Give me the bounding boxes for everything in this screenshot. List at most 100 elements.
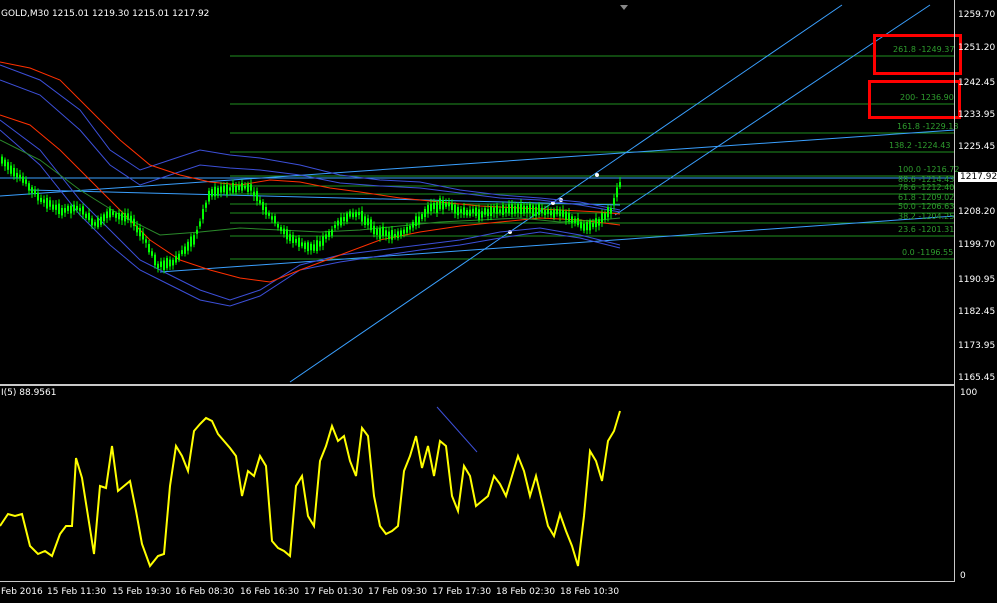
- candle-body: [34, 189, 36, 195]
- candle-body: [7, 162, 9, 170]
- candle-body: [250, 184, 252, 191]
- candle-body: [142, 232, 144, 240]
- candle-body: [151, 251, 153, 256]
- price-chart-pane[interactable]: GOLD,M30 1215.01 1219.30 1215.01 1217.92…: [0, 0, 962, 384]
- candle-body: [493, 207, 495, 213]
- candle-body: [226, 184, 228, 195]
- price-axis-label: 1208.20: [958, 207, 996, 217]
- candle-body: [310, 243, 312, 251]
- fib-level-label: 0.0 -1196.55: [902, 248, 954, 257]
- candle-body: [379, 228, 381, 239]
- candle-body: [334, 224, 336, 228]
- candle-body: [1, 156, 3, 164]
- candle-body: [427, 205, 429, 214]
- candle-body: [85, 213, 87, 219]
- candle-body: [367, 218, 369, 226]
- shift-marker-icon[interactable]: [620, 5, 628, 10]
- candle-body: [586, 222, 588, 231]
- candle-body: [139, 228, 141, 237]
- candle-body: [13, 167, 15, 177]
- candle-body: [337, 220, 339, 226]
- fib-level-label: 50.0 -1206.63: [898, 202, 955, 211]
- candle-body: [526, 206, 528, 213]
- candle-body: [553, 209, 555, 218]
- candle-body: [25, 179, 27, 184]
- candle-body: [349, 211, 351, 217]
- candle-body: [355, 211, 357, 217]
- candle-body: [499, 209, 501, 213]
- time-axis-label: 18 Feb 10:30: [560, 587, 620, 597]
- price-axis-label: 1173.95: [958, 341, 996, 351]
- candle-body: [574, 218, 576, 224]
- candle-body: [559, 209, 561, 217]
- candle-body: [103, 214, 105, 222]
- candle-body: [343, 217, 345, 222]
- candle-body: [397, 231, 399, 239]
- time-axis-label: 15 Feb 19:30: [112, 587, 172, 597]
- candle-body: [388, 231, 390, 240]
- candle-body: [562, 210, 564, 217]
- mt4-chart-window[interactable]: GOLD,M30 1215.01 1219.30 1215.01 1217.92…: [0, 0, 997, 603]
- candle-body: [508, 204, 510, 214]
- candle-body: [223, 185, 225, 193]
- candle-body: [22, 176, 24, 183]
- indicator-pane[interactable]: I(5) 88.9561: [0, 386, 955, 582]
- candle-body: [232, 183, 234, 193]
- candle-body: [52, 204, 54, 210]
- candle-body: [472, 208, 474, 214]
- candle-body: [538, 204, 540, 215]
- candle-body: [253, 191, 255, 197]
- candle-body: [220, 186, 222, 193]
- price-axis-label: 1190.95: [958, 275, 996, 285]
- candle-body: [457, 206, 459, 216]
- candle-body: [214, 186, 216, 197]
- candle-body: [124, 213, 126, 222]
- candle-body: [325, 234, 327, 239]
- candle-body: [616, 187, 618, 198]
- candle-body: [430, 203, 432, 212]
- candle-body: [16, 172, 18, 178]
- candle-body: [76, 205, 78, 210]
- indicator-trendline: [436, 406, 478, 453]
- candle-body: [31, 187, 33, 194]
- time-axis-label: 16 Feb 16:30: [240, 587, 300, 597]
- candle-body: [115, 213, 117, 218]
- candle-body: [82, 206, 84, 215]
- candle-body: [172, 259, 174, 266]
- indicator-axis-min: 0: [960, 571, 966, 581]
- candle-body: [460, 209, 462, 214]
- candle-body: [298, 237, 300, 247]
- candle-body: [28, 183, 30, 191]
- candle-body: [556, 209, 558, 215]
- candle-body: [502, 205, 504, 215]
- candle-body: [409, 225, 411, 230]
- candle-body: [610, 208, 612, 214]
- candle-body: [439, 198, 441, 210]
- candle-body: [307, 242, 309, 252]
- candle-body: [70, 205, 72, 214]
- candle-body: [382, 226, 384, 237]
- candle-body: [292, 235, 294, 243]
- candle-body: [235, 185, 237, 193]
- fib-level-label: 38.2 -1204.25: [898, 212, 955, 221]
- time-axis[interactable]: Feb 2016 15 Feb 11:30 15 Feb 19:30 16 Feb 0…: [0, 582, 955, 603]
- candle-body: [94, 222, 96, 226]
- price-axis[interactable]: 1259.70 1251.20 1242.45 1233.95 1225.45 1217.…: [955, 0, 997, 384]
- candle-body: [61, 208, 63, 216]
- time-axis-label: Feb 2016: [1, 587, 43, 597]
- price-axis-label: 1242.45: [958, 78, 996, 88]
- price-axis-label: 1259.70: [958, 10, 996, 20]
- candle-body: [109, 208, 111, 218]
- candle-body: [274, 216, 276, 224]
- candle-body: [283, 228, 285, 235]
- candle-body: [301, 242, 303, 247]
- fib-level-label: 23.6 -1201.31: [898, 225, 955, 234]
- candle-body: [598, 219, 600, 226]
- candle-body: [304, 242, 306, 249]
- candle-body: [535, 206, 537, 217]
- candle-body: [514, 206, 516, 214]
- candle-body: [385, 230, 387, 237]
- candle-body: [289, 234, 291, 241]
- time-axis-label: 17 Feb 09:30: [368, 587, 428, 597]
- candle-body: [352, 212, 354, 218]
